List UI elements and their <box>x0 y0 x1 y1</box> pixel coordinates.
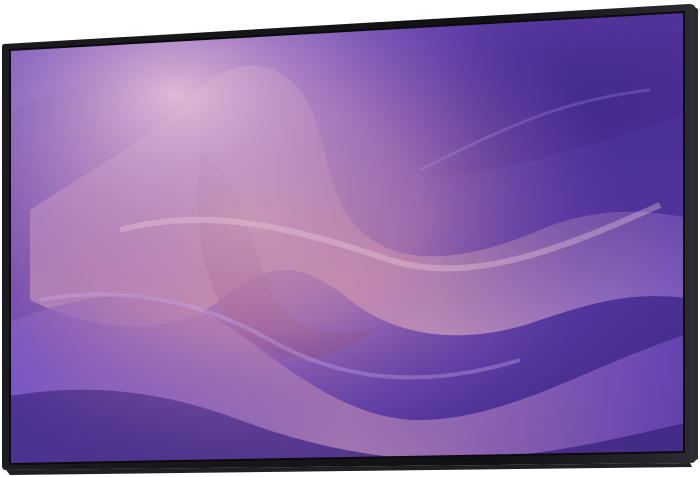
monitor-side-edge <box>689 4 698 463</box>
monitor-illustration <box>2 4 698 475</box>
product-stage <box>0 0 700 477</box>
monitor-screen <box>10 12 684 464</box>
